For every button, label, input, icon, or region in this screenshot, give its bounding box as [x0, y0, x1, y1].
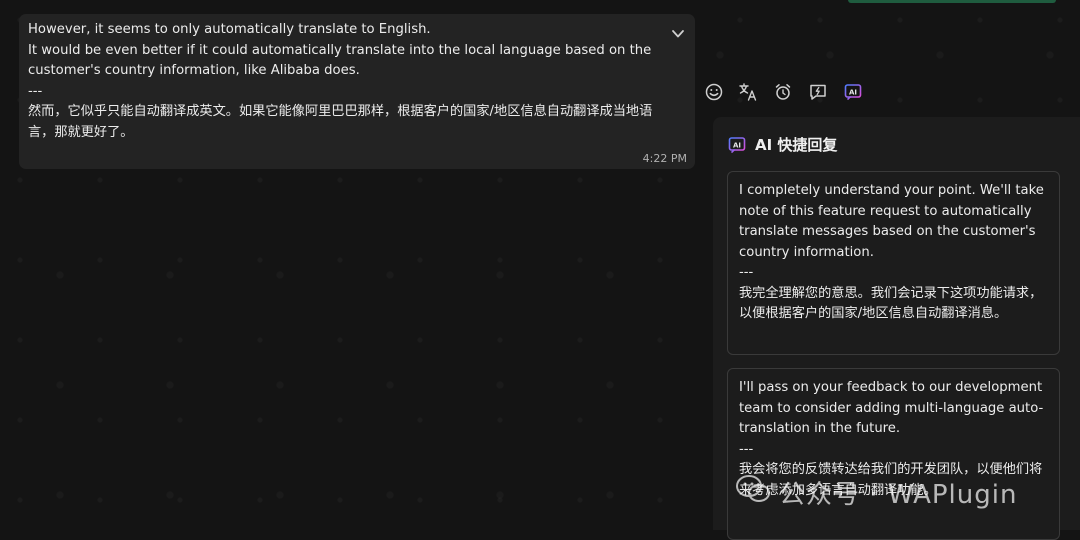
- chevron-down-icon[interactable]: [671, 26, 685, 40]
- ai-icon[interactable]: AI: [843, 82, 863, 102]
- message-text: However, it seems to only automatically …: [28, 22, 653, 140]
- quick-reply-text: I'll pass on your feedback to our develo…: [739, 380, 1044, 498]
- ai-quick-reply-panel: AI AI 快捷回复 I completely understand your …: [713, 117, 1080, 540]
- alarm-icon[interactable]: [773, 82, 793, 102]
- ai-icon: AI: [727, 135, 747, 155]
- incoming-message[interactable]: However, it seems to only automatically …: [19, 14, 695, 169]
- emoji-icon[interactable]: [704, 82, 724, 102]
- quick-reply-icon[interactable]: [808, 82, 828, 102]
- svg-text:AI: AI: [849, 88, 857, 96]
- message-timestamp: 4:22 PM: [642, 152, 687, 165]
- svg-text:AI: AI: [733, 141, 741, 149]
- quick-reply-card[interactable]: I completely understand your point. We'l…: [727, 171, 1060, 355]
- quick-reply-card[interactable]: I'll pass on your feedback to our develo…: [727, 368, 1060, 540]
- panel-title: AI 快捷回复: [755, 136, 838, 154]
- quick-reply-text: I completely understand your point. We'l…: [739, 183, 1044, 321]
- translate-icon[interactable]: [738, 82, 758, 102]
- top-accent-strip: [848, 0, 1056, 3]
